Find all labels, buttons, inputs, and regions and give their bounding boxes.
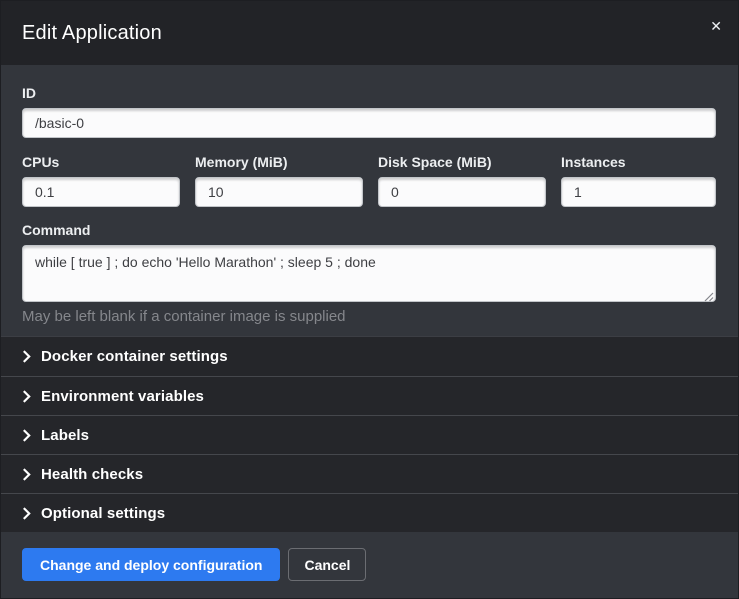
modal-footer: Change and deploy configuration Cancel xyxy=(1,532,738,598)
section-label: Health checks xyxy=(41,466,143,483)
cancel-button[interactable]: Cancel xyxy=(288,548,366,581)
section-label: Environment variables xyxy=(41,388,204,405)
chevron-right-icon xyxy=(22,429,31,442)
instances-input[interactable] xyxy=(561,177,716,207)
disk-space-input[interactable] xyxy=(378,177,546,207)
chevron-right-icon xyxy=(22,507,31,520)
change-and-deploy-button[interactable]: Change and deploy configuration xyxy=(22,548,280,581)
resources-row: CPUs Memory (MiB) Disk Space (MiB) Insta… xyxy=(22,154,716,207)
cpus-label: CPUs xyxy=(22,154,180,170)
memory-input[interactable] xyxy=(195,177,363,207)
memory-label: Memory (MiB) xyxy=(195,154,363,170)
command-help-text: May be left blank if a container image i… xyxy=(22,308,716,325)
memory-field-group: Memory (MiB) xyxy=(195,154,363,207)
disk-space-label: Disk Space (MiB) xyxy=(378,154,546,170)
id-label: ID xyxy=(22,85,716,101)
section-labels[interactable]: Labels xyxy=(1,415,738,454)
form-body: ID CPUs Memory (MiB) Disk Space (MiB) In… xyxy=(1,65,738,336)
command-textarea-wrap: while [ true ] ; do echo 'Hello Marathon… xyxy=(22,245,716,302)
instances-label: Instances xyxy=(561,154,716,170)
disk-space-field-group: Disk Space (MiB) xyxy=(378,154,546,207)
collapsible-sections: Docker container settings Environment va… xyxy=(1,336,738,532)
section-label: Optional settings xyxy=(41,505,165,522)
command-textarea[interactable]: while [ true ] ; do echo 'Hello Marathon… xyxy=(22,245,716,302)
section-environment-variables[interactable]: Environment variables xyxy=(1,376,738,415)
edit-application-modal: Edit Application ✕ ID CPUs Memory (MiB) … xyxy=(0,0,739,599)
chevron-right-icon xyxy=(22,350,31,363)
chevron-right-icon xyxy=(22,390,31,403)
section-label: Docker container settings xyxy=(41,348,228,365)
modal-title: Edit Application xyxy=(22,22,162,45)
close-icon: ✕ xyxy=(710,18,722,34)
modal-header: Edit Application ✕ xyxy=(1,1,738,65)
resize-handle-icon[interactable] xyxy=(704,289,714,299)
command-field-group: Command while [ true ] ; do echo 'Hello … xyxy=(22,222,716,325)
section-health-checks[interactable]: Health checks xyxy=(1,454,738,493)
section-label: Labels xyxy=(41,427,89,444)
cpus-field-group: CPUs xyxy=(22,154,180,207)
id-field-group: ID xyxy=(22,85,716,138)
command-label: Command xyxy=(22,222,716,238)
instances-field-group: Instances xyxy=(561,154,716,207)
close-button[interactable]: ✕ xyxy=(704,15,728,37)
section-optional-settings[interactable]: Optional settings xyxy=(1,493,738,532)
section-docker-container-settings[interactable]: Docker container settings xyxy=(1,337,738,376)
id-input[interactable] xyxy=(22,108,716,138)
cpus-input[interactable] xyxy=(22,177,180,207)
chevron-right-icon xyxy=(22,468,31,481)
